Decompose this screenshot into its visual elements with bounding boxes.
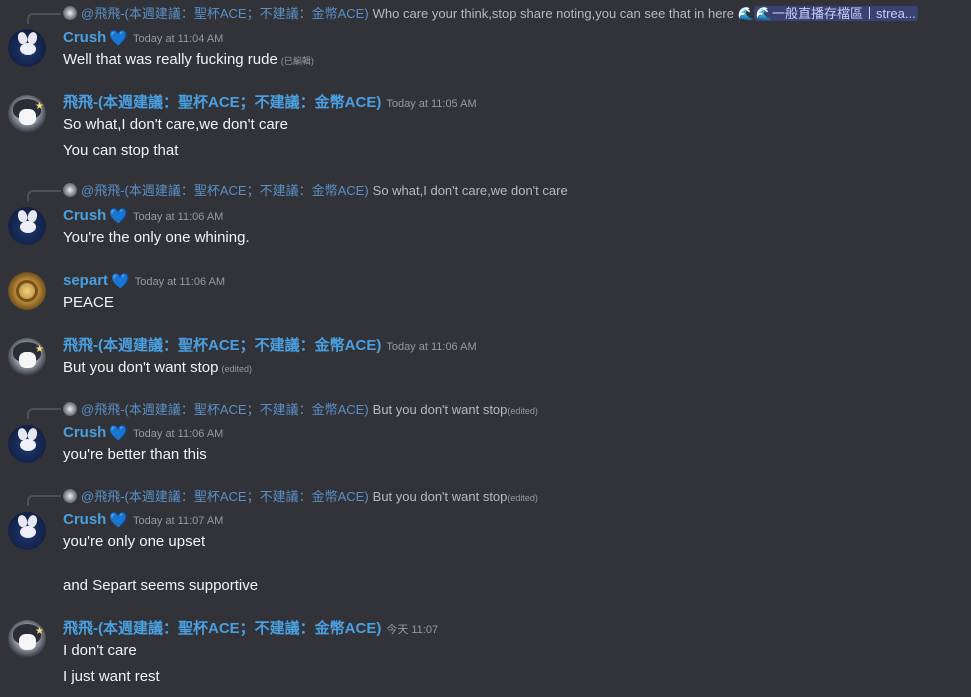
reply-connector: [27, 495, 61, 506]
timestamp[interactable]: Today at 11:05 AM: [386, 98, 476, 110]
username[interactable]: 飛飛-(本週建議：聖杯ACE；不建議：金幣ACE): [63, 337, 381, 354]
message-header: Crush 💙 Today at 11:06 AM: [63, 205, 223, 227]
avatar[interactable]: [8, 512, 46, 550]
reply-text: So what,I don't care,we don't care: [372, 183, 568, 198]
reply-avatar-icon: [63, 402, 77, 416]
message-header: Crush 💙 Today at 11:07 AM: [63, 509, 223, 531]
timestamp[interactable]: Today at 11:06 AM: [133, 211, 223, 223]
edited-label: (已編輯): [280, 56, 314, 66]
reply-preview[interactable]: @飛飛-(本週建議：聖杯ACE；不建議：金幣ACE) But you don't …: [63, 401, 538, 419]
message-text: So what,I don't care,we don't care: [63, 116, 289, 133]
message-text: But you don't want stop (edited): [63, 357, 252, 379]
message-line: But you don't want stop: [63, 359, 219, 376]
message-header: separt 💙 Today at 11:06 AM: [63, 270, 225, 292]
message-header: Crush 💙 Today at 11:04 AM: [63, 27, 223, 49]
blue-heart-icon: 💙: [109, 425, 129, 442]
message-header: 飛飛-(本週建議：聖杯ACE；不建議：金幣ACE) 今天 11:07: [63, 618, 438, 640]
channel-mention[interactable]: 🌊一般直播存檔區丨strea...: [753, 6, 918, 21]
avatar[interactable]: [8, 207, 46, 245]
blue-heart-icon: 💙: [109, 208, 129, 225]
reply-preview[interactable]: @飛飛-(本週建議：聖杯ACE；不建議：金幣ACE) So what,I don'…: [63, 182, 568, 200]
message-text: PEACE: [63, 294, 114, 311]
reply-preview[interactable]: @飛飛-(本週建議：聖杯ACE；不建議：金幣ACE) Who care your …: [63, 5, 918, 23]
reply-avatar-icon: [63, 489, 77, 503]
blue-heart-icon: 💙: [109, 512, 129, 529]
message-text: you're better than this: [63, 446, 207, 463]
timestamp[interactable]: Today at 11:06 AM: [133, 428, 223, 440]
message-text: I just want rest: [63, 668, 160, 685]
username[interactable]: Crush: [63, 511, 106, 528]
avatar[interactable]: ★: [8, 338, 46, 376]
reply-connector: [27, 408, 61, 419]
edited-label: (edited): [221, 364, 252, 374]
timestamp[interactable]: Today at 11:06 AM: [135, 276, 225, 288]
username[interactable]: Crush: [63, 207, 106, 224]
reply-connector: [27, 13, 61, 24]
avatar[interactable]: ★: [8, 620, 46, 658]
avatar[interactable]: [8, 29, 46, 67]
reply-preview[interactable]: @飛飛-(本週建議：聖杯ACE；不建議：金幣ACE) But you don't …: [63, 488, 538, 506]
username[interactable]: Crush: [63, 424, 106, 441]
reply-author[interactable]: @飛飛-(本週建議：聖杯ACE；不建議：金幣ACE): [81, 402, 369, 417]
reply-avatar-icon: [63, 183, 77, 197]
message-line: Well that was really fucking rude: [63, 51, 278, 68]
blue-heart-icon: 💙: [111, 273, 130, 290]
reply-connector: [27, 190, 61, 201]
timestamp[interactable]: 今天 11:07: [386, 624, 438, 636]
message-text: Well that was really fucking rude (已編輯): [63, 49, 314, 71]
username[interactable]: 飛飛-(本週建議：聖杯ACE；不建議：金幣ACE): [63, 620, 381, 637]
username[interactable]: Crush: [63, 29, 106, 46]
edited-label: (edited): [507, 493, 538, 503]
message-text: and Separt seems supportive: [63, 577, 259, 594]
avatar[interactable]: [8, 272, 46, 310]
reply-emoji-icon: 🌊: [733, 6, 754, 21]
edited-label: (edited): [507, 406, 538, 416]
timestamp[interactable]: Today at 11:06 AM: [386, 341, 476, 353]
reply-text: But you don't want stop: [372, 489, 508, 504]
message-text: you're only one upset: [63, 533, 206, 550]
reply-author[interactable]: @飛飛-(本週建議：聖杯ACE；不建議：金幣ACE): [81, 489, 369, 504]
reply-avatar-icon: [63, 6, 77, 20]
message-header: 飛飛-(本週建議：聖杯ACE；不建議：金幣ACE) Today at 11:06 …: [63, 335, 477, 357]
timestamp[interactable]: Today at 11:04 AM: [133, 33, 223, 45]
message-text: You can stop that: [63, 142, 179, 159]
timestamp[interactable]: Today at 11:07 AM: [133, 515, 223, 527]
message-text: You're the only one whining.: [63, 229, 250, 246]
reply-author[interactable]: @飛飛-(本週建議：聖杯ACE；不建議：金幣ACE): [81, 6, 369, 21]
reply-text: Who care your think,stop share noting,yo…: [372, 6, 734, 21]
avatar[interactable]: ★: [8, 95, 46, 133]
message-text: I don't care: [63, 642, 137, 659]
avatar[interactable]: [8, 425, 46, 463]
blue-heart-icon: 💙: [109, 30, 129, 47]
username[interactable]: 飛飛-(本週建議：聖杯ACE；不建議：金幣ACE): [63, 94, 381, 111]
reply-author[interactable]: @飛飛-(本週建議：聖杯ACE；不建議：金幣ACE): [81, 183, 369, 198]
reply-text: But you don't want stop: [372, 402, 508, 417]
message-header: Crush 💙 Today at 11:06 AM: [63, 422, 223, 444]
message-header: 飛飛-(本週建議：聖杯ACE；不建議：金幣ACE) Today at 11:05 …: [63, 92, 477, 114]
username[interactable]: separt: [63, 272, 108, 289]
